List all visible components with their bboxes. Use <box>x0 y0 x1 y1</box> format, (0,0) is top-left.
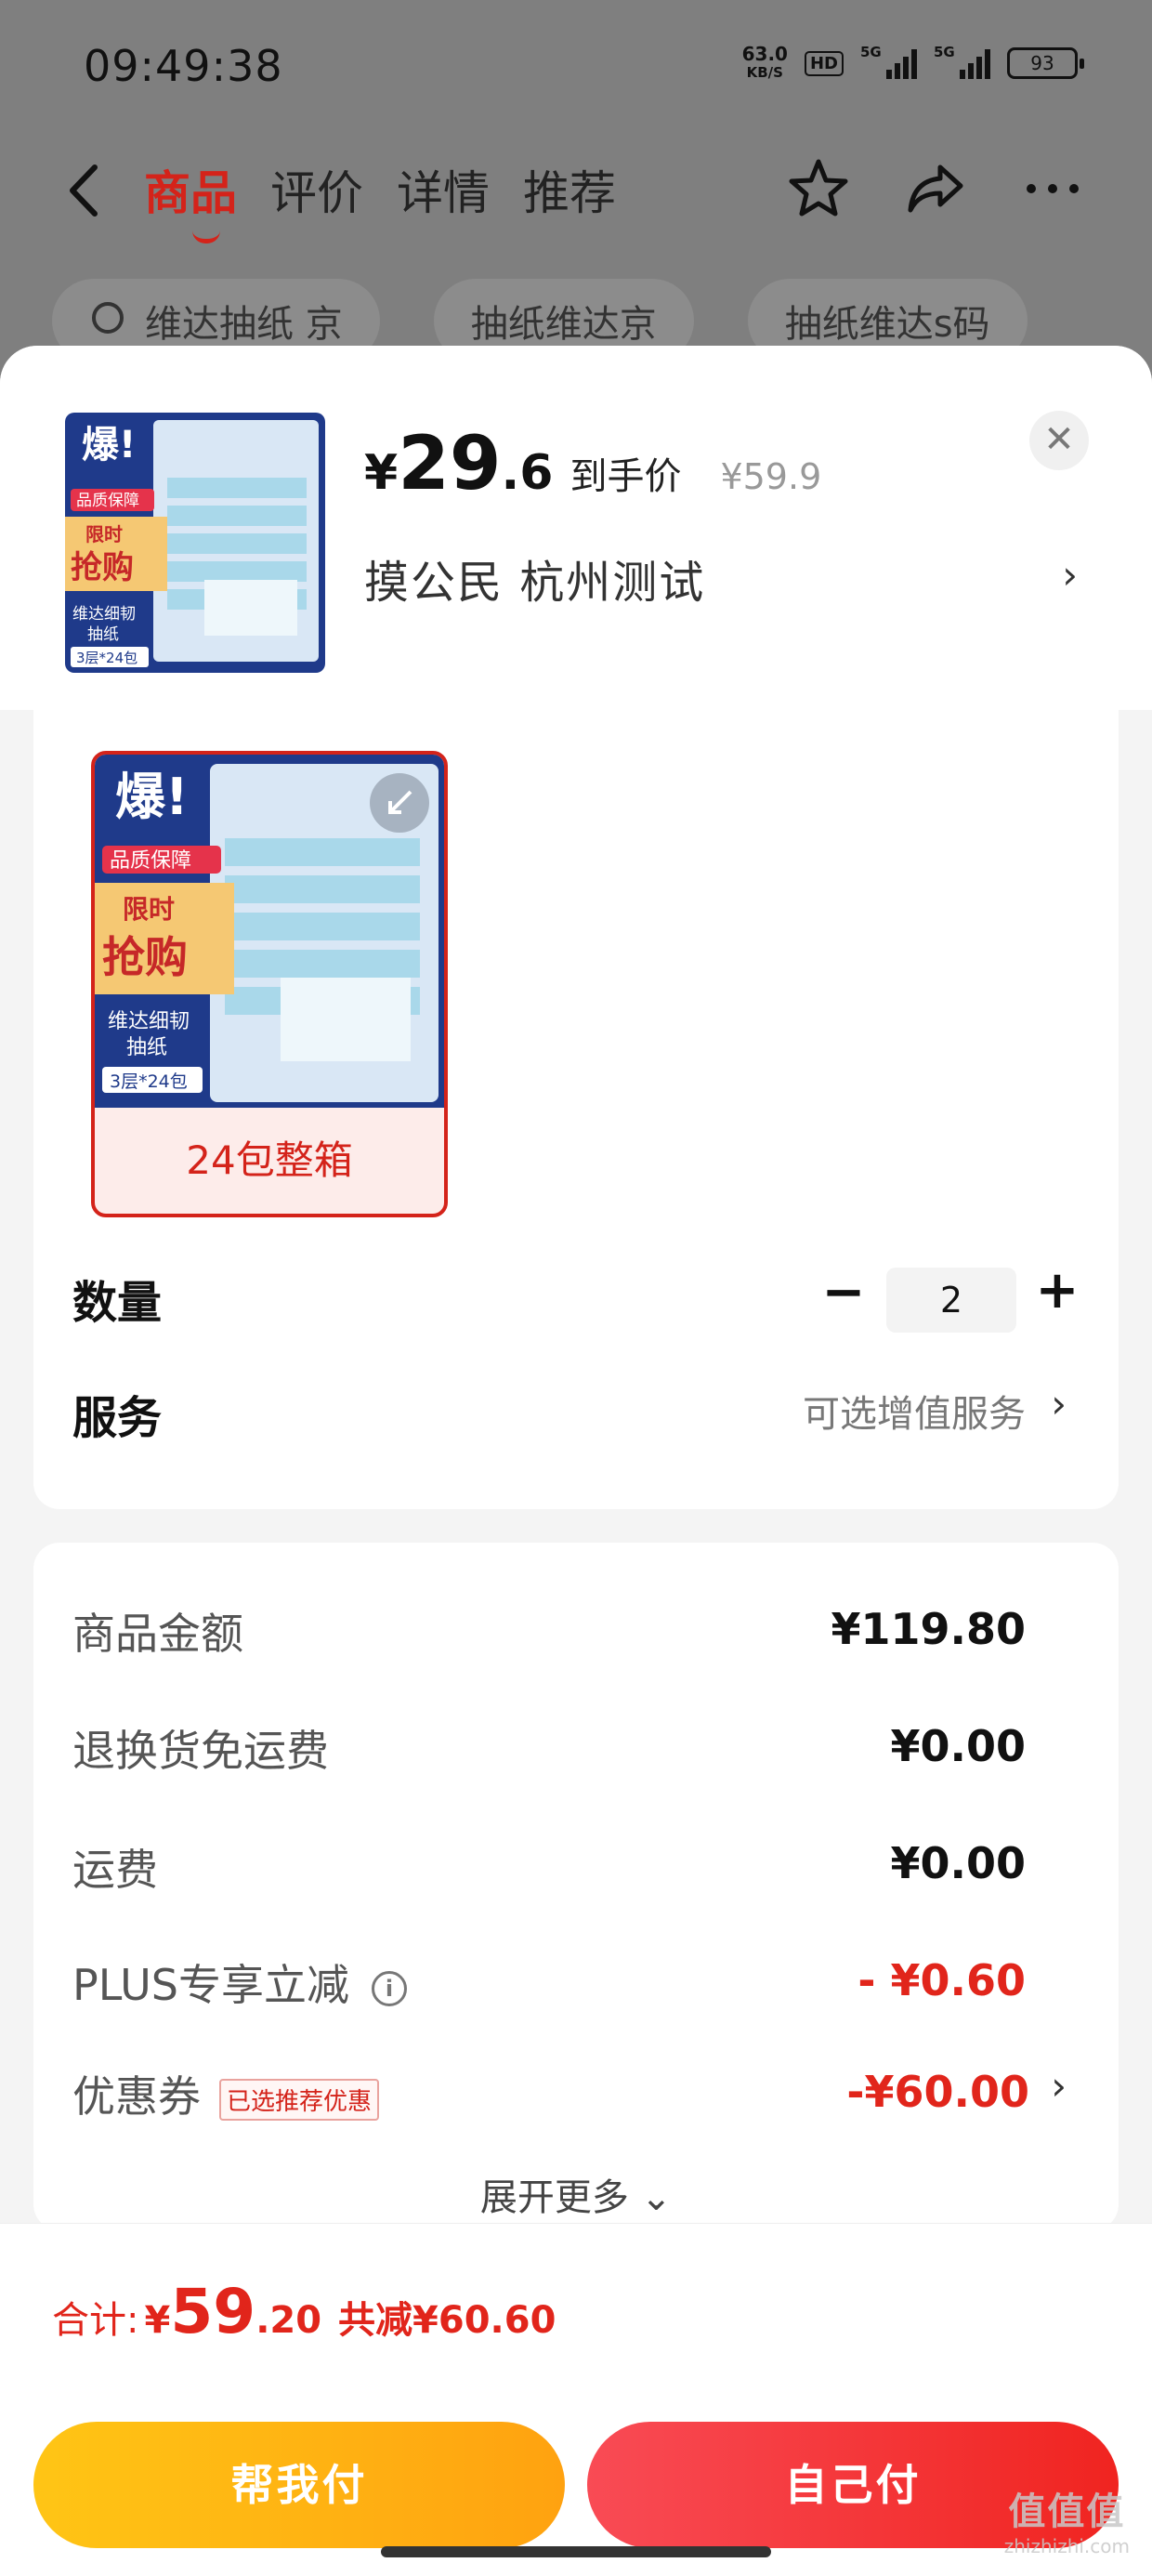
svg-text:抽纸: 抽纸 <box>87 625 119 644</box>
status-bar: 09:49:38 63.0 KB/S HD 5G 5G 93 <box>0 0 1152 130</box>
fee-value: ¥0.00 <box>890 1721 1026 1771</box>
svg-text:3层*24包: 3层*24包 <box>76 650 137 666</box>
svg-text:维达细韧: 维达细韧 <box>108 1010 190 1033</box>
svg-text:爆!: 爆! <box>82 424 136 467</box>
more-options-icon[interactable] <box>1020 156 1085 221</box>
tab-reviews[interactable]: 评价 <box>270 156 363 223</box>
sku-label: 24包整箱 <box>186 1137 353 1183</box>
plus-discount-value: - ¥0.60 <box>857 1955 1026 2005</box>
watermark: 值值值 zhizhizhi.com <box>1003 2491 1130 2557</box>
svg-text:3层*24包: 3层*24包 <box>110 1071 188 1092</box>
chevron-right-icon[interactable]: › <box>1062 552 1078 598</box>
network-speed: 63.0 KB/S <box>741 43 788 81</box>
quantity-input[interactable]: 2 <box>886 1268 1016 1333</box>
home-indicator[interactable] <box>381 2546 771 2557</box>
fee-value: ¥0.00 <box>890 1838 1026 1888</box>
status-time: 09:49:38 <box>84 41 283 91</box>
price: 29 <box>398 420 502 506</box>
fee-label: 运费 <box>72 1845 158 1895</box>
chevron-right-icon[interactable]: › <box>1051 1381 1067 1426</box>
plus-discount-label: PLUS专享立减 i <box>72 1952 407 2013</box>
svg-text:抢购: 抢购 <box>102 932 188 982</box>
svg-text:限时: 限时 <box>123 894 175 925</box>
coupon-badge: 已选推荐优惠 <box>219 2079 380 2121</box>
service-selector[interactable]: 可选增值服务 <box>803 1384 1026 1438</box>
options-card: 爆! 品质保障 限时 抢购 维达细韧 抽纸 3层*24包 24包整箱 数量 − … <box>33 710 1119 1509</box>
svg-text:抽纸: 抽纸 <box>126 1036 167 1059</box>
total-saved: 共减¥60.60 <box>338 2299 556 2342</box>
svg-text:限时: 限时 <box>85 523 123 545</box>
info-icon[interactable]: i <box>371 1970 407 2006</box>
svg-text:品质保障: 品质保障 <box>76 492 139 510</box>
search-icon <box>92 302 124 334</box>
tab-product[interactable]: 商品 <box>144 156 237 243</box>
signal-icon-2: 5G <box>934 44 990 79</box>
quantity-label: 数量 <box>72 1277 163 1329</box>
expand-more-link[interactable]: 展开更多 ⌄ <box>33 2167 1119 2221</box>
close-icon[interactable]: ✕ <box>1029 411 1089 470</box>
back-arrow-icon[interactable] <box>58 158 113 223</box>
svg-text:品质保障: 品质保障 <box>110 849 191 873</box>
quantity-decrease-button[interactable]: − <box>816 1262 871 1322</box>
sku-image: 爆! 品质保障 限时 抢购 维达细韧 抽纸 3层*24包 <box>95 755 444 1108</box>
service-label: 服务 <box>72 1392 163 1444</box>
coupon-label[interactable]: 优惠券 已选推荐优惠 <box>72 2063 380 2124</box>
quantity-increase-button[interactable]: + <box>1029 1260 1085 1321</box>
delivery-address[interactable]: 摸公民 杭州测试 <box>364 545 705 611</box>
tab-details[interactable]: 详情 <box>397 156 490 223</box>
order-total: 合计: ¥ 59 .20 共减¥60.60 <box>52 2276 556 2347</box>
battery-icon: 93 <box>1007 47 1084 79</box>
product-thumbnail: 爆! 品质保障 限时 抢购 维达细韧 抽纸 3层*24包 <box>65 413 325 673</box>
svg-text:爆!: 爆! <box>115 768 189 826</box>
sheet-header: 爆! 品质保障 限时 抢购 维达细韧 抽纸 3层*24包 ¥ 29 .6 到手价… <box>0 346 1152 710</box>
coupon-value[interactable]: -¥60.00 <box>846 2067 1029 2117</box>
original-price: ¥59.9 <box>720 456 822 497</box>
fee-label: 退换货免运费 <box>72 1726 329 1776</box>
svg-text:抢购: 抢购 <box>71 549 134 586</box>
total-bar: 合计: ¥ 59 .20 共减¥60.60 <box>0 2223 1152 2388</box>
price-tag: 到手价 <box>569 455 682 498</box>
star-icon[interactable] <box>786 156 851 221</box>
top-nav: 商品 评价 详情 推荐 <box>0 139 1152 243</box>
price-breakdown-card: 商品金额 ¥119.80 退换货免运费 ¥0.00 运费 ¥0.00 PLUS专… <box>33 1543 1119 2230</box>
hd-icon: HD <box>804 50 844 76</box>
fee-value: ¥119.80 <box>831 1604 1026 1654</box>
purchase-sheet: 爆! 品质保障 限时 抢购 维达细韧 抽纸 3层*24包 ¥ 29 .6 到手价… <box>0 346 1152 2576</box>
share-icon[interactable] <box>903 156 968 221</box>
fee-label: 商品金额 <box>72 1609 243 1659</box>
price-row: ¥ 29 .6 到手价 ¥59.9 <box>364 420 822 506</box>
help-pay-button[interactable]: 帮我付 <box>33 2422 565 2548</box>
tab-recommend[interactable]: 推荐 <box>523 156 616 223</box>
sku-option-selected[interactable]: 爆! 品质保障 限时 抢购 维达细韧 抽纸 3层*24包 24包整箱 <box>91 751 448 1217</box>
svg-text:维达细韧: 维达细韧 <box>72 605 136 624</box>
signal-icon: 5G <box>860 44 917 79</box>
chevron-right-icon[interactable]: › <box>1051 2063 1067 2109</box>
